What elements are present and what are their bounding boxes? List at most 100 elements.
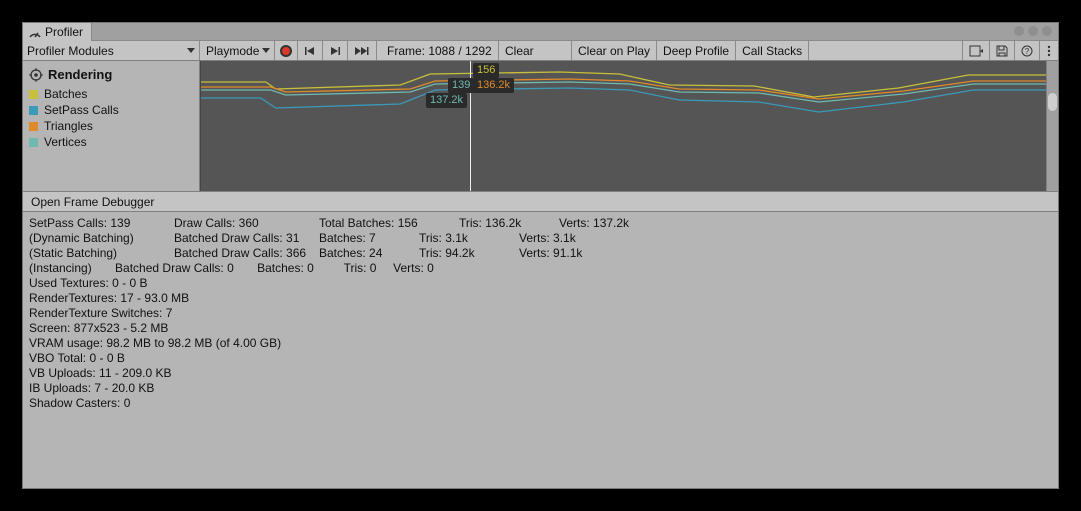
call-stacks-button[interactable]: Call Stacks <box>736 41 809 60</box>
save-icon <box>996 45 1008 57</box>
frame-back-button[interactable] <box>298 41 323 60</box>
stat-line: Screen: 877x523 - 5.2 MB <box>29 321 1052 336</box>
stat: Batches: 24 <box>319 246 419 261</box>
stat: Total Batches: 156 <box>319 216 459 231</box>
stat: (Static Batching) <box>29 246 174 261</box>
stat-line: IB Uploads: 7 - 20.0 KB <box>29 381 1052 396</box>
stat: Verts: 91.1k <box>519 246 619 261</box>
legend-label: SetPass Calls <box>44 103 119 117</box>
module-legend: Rendering Batches SetPass Calls Triangle… <box>23 61 200 191</box>
stat: Batches: 7 <box>319 231 419 246</box>
record-icon <box>280 45 292 57</box>
spacer <box>809 41 962 60</box>
frame-counter-text: Frame: 1088 / 1292 <box>387 44 492 58</box>
swatch <box>29 106 38 115</box>
button-label: Open Frame Debugger <box>31 195 154 209</box>
open-frame-debugger-button[interactable]: Open Frame Debugger <box>29 194 156 210</box>
frame-last-button[interactable] <box>348 41 377 60</box>
kebab-icon <box>1046 45 1052 57</box>
context-menu-button[interactable] <box>1039 41 1058 60</box>
help-icon: ? <box>1021 45 1033 57</box>
stat-line: VB Uploads: 11 - 209.0 KB <box>29 366 1052 381</box>
legend-item-triangles[interactable]: Triangles <box>29 118 193 134</box>
import-icon <box>969 45 983 57</box>
legend-label: Triangles <box>44 119 93 133</box>
vertical-scrollbar[interactable] <box>1046 61 1058 191</box>
swatch <box>29 90 38 99</box>
clear-button[interactable]: Clear <box>499 41 572 60</box>
stat: Batched Draw Calls: 366 <box>174 246 319 261</box>
dot[interactable] <box>1028 26 1038 36</box>
frame-debugger-bar: Open Frame Debugger <box>23 191 1058 212</box>
tab-bar: Profiler <box>23 23 1058 41</box>
details-static-batching: (Static Batching) Batched Draw Calls: 36… <box>29 246 1052 261</box>
stat-line: VBO Total: 0 - 0 B <box>29 351 1052 366</box>
dot[interactable] <box>1042 26 1052 36</box>
profiler-graph[interactable]: 156 136.2k 139 137.2k <box>200 61 1046 191</box>
graph-tooltip: 139 <box>448 78 474 93</box>
stat: Batched Draw Calls: 31 <box>174 231 319 246</box>
legend-item-batches[interactable]: Batches <box>29 86 193 102</box>
graph-tooltip: 156 <box>473 63 499 78</box>
save-button[interactable] <box>989 41 1014 60</box>
toolbar: Profiler Modules Playmode Frame: 1088 / … <box>23 41 1058 61</box>
profiler-window: Profiler Profiler Modules Playmode Frame… <box>22 22 1059 489</box>
stat: Verts: 3.1k <box>519 231 619 246</box>
stat-line: VRAM usage: 98.2 MB to 98.2 MB (of 4.00 … <box>29 336 1052 351</box>
dot[interactable] <box>1014 26 1024 36</box>
skip-forward-icon <box>329 45 341 57</box>
profiler-icon <box>29 26 41 38</box>
playmode-dropdown[interactable]: Playmode <box>200 41 275 60</box>
stat: Verts: 137.2k <box>559 216 659 231</box>
legend-item-vertices[interactable]: Vertices <box>29 134 193 150</box>
stat: (Dynamic Batching) <box>29 231 174 246</box>
button-label: Call Stacks <box>742 44 802 58</box>
stat-line: RenderTextures: 17 - 93.0 MB <box>29 291 1052 306</box>
details-dynamic-batching: (Dynamic Batching) Batched Draw Calls: 3… <box>29 231 1052 246</box>
toolbar-right: ? <box>962 41 1058 60</box>
frame-forward-button[interactable] <box>323 41 348 60</box>
stat-line: RenderTexture Switches: 7 <box>29 306 1052 321</box>
load-button[interactable] <box>962 41 989 60</box>
stat: Draw Calls: 360 <box>174 216 319 231</box>
legend-title-text: Rendering <box>48 67 112 82</box>
legend-label: Vertices <box>44 135 87 149</box>
button-label: Clear <box>505 44 534 58</box>
rendering-details: SetPass Calls: 139 Draw Calls: 360 Total… <box>23 212 1058 488</box>
scrollbar-thumb[interactable] <box>1048 93 1057 111</box>
button-label: Clear on Play <box>578 44 650 58</box>
tab-profiler[interactable]: Profiler <box>23 23 92 41</box>
swatch <box>29 122 38 131</box>
legend-label: Batches <box>44 87 87 101</box>
graph-tooltip: 136.2k <box>473 78 514 93</box>
stat: Tris: 3.1k <box>419 231 519 246</box>
deep-profile-button[interactable]: Deep Profile <box>657 41 736 60</box>
rendering-icon <box>29 68 43 82</box>
window-control-dots <box>1014 26 1052 36</box>
stat-line: Shadow Casters: 0 <box>29 396 1052 411</box>
details-instancing: (Instancing) Batched Draw Calls: 0 Batch… <box>29 261 1052 276</box>
frame-counter: Frame: 1088 / 1292 <box>377 41 499 60</box>
record-button[interactable] <box>275 41 298 60</box>
help-button[interactable]: ? <box>1014 41 1039 60</box>
details-lines: Used Textures: 0 - 0 BRenderTextures: 17… <box>29 276 1052 411</box>
stat: Tris: 136.2k <box>459 216 559 231</box>
legend-item-setpass[interactable]: SetPass Calls <box>29 102 193 118</box>
fast-forward-icon <box>354 45 370 57</box>
swatch <box>29 138 38 147</box>
skip-back-icon <box>304 45 316 57</box>
details-headline: SetPass Calls: 139 Draw Calls: 360 Total… <box>29 216 1052 231</box>
dropdown-label: Playmode <box>206 44 259 58</box>
stat: SetPass Calls: 139 <box>29 216 174 231</box>
svg-text:?: ? <box>1025 47 1030 56</box>
profiler-modules-dropdown[interactable]: Profiler Modules <box>23 41 200 60</box>
dropdown-label: Profiler Modules <box>27 44 114 58</box>
graph-tooltip: 137.2k <box>426 93 467 108</box>
stat-line: Used Textures: 0 - 0 B <box>29 276 1052 291</box>
tab-label: Profiler <box>45 25 83 39</box>
clear-on-play-button[interactable]: Clear on Play <box>572 41 657 60</box>
button-label: Deep Profile <box>663 44 729 58</box>
graph-lines <box>201 61 1046 191</box>
legend-title: Rendering <box>29 65 193 86</box>
stat: Tris: 94.2k <box>419 246 519 261</box>
